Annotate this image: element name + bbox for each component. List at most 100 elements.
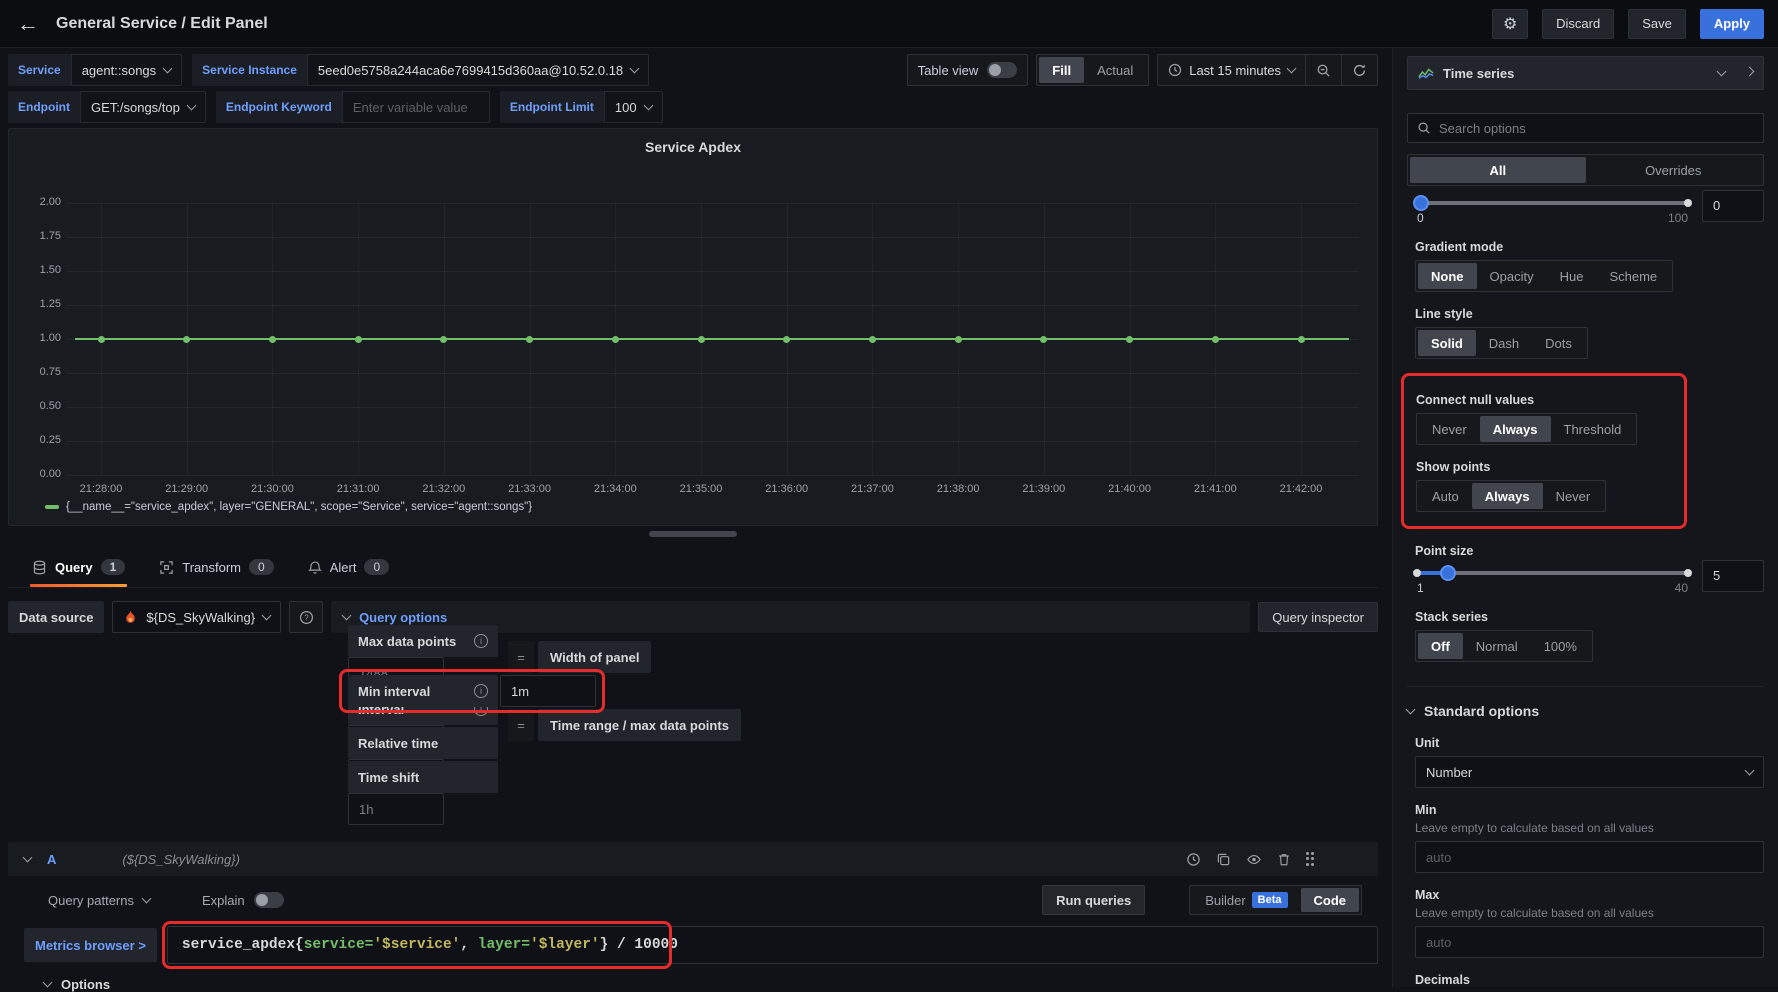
gradient-mode-option-hue[interactable]: Hue xyxy=(1547,263,1597,289)
y-gridline xyxy=(67,271,1359,272)
tab-query[interactable]: Query1 xyxy=(30,547,127,587)
equals-icon: = xyxy=(508,709,534,741)
connect-null-values-option-always[interactable]: Always xyxy=(1480,416,1551,442)
query-ref-row[interactable]: A (${DS_SkyWalking}) xyxy=(8,842,1378,876)
y-gridline xyxy=(67,203,1359,204)
variable-select[interactable]: 5eed0e5758a244aca6e7699415d360aa@10.52.0… xyxy=(307,54,649,86)
save-button[interactable]: Save xyxy=(1628,9,1686,39)
min-help-text: Leave empty to calculate based on all va… xyxy=(1415,821,1764,835)
point-size-slider[interactable]: 1 40 xyxy=(1415,556,1690,595)
x-axis-tick-label: 21:37:00 xyxy=(851,483,894,495)
duplicate-query-button[interactable] xyxy=(1216,852,1231,867)
fill-opacity-slider[interactable]: 0 100 xyxy=(1415,186,1690,225)
variable-value: agent::songs xyxy=(82,63,156,78)
tab-alert-icon xyxy=(308,560,322,575)
panel-resize-handle[interactable] xyxy=(649,531,737,537)
time-range-button[interactable]: Last 15 minutes xyxy=(1157,54,1306,86)
run-queries-button[interactable]: Run queries xyxy=(1042,885,1145,915)
main-pane: Serviceagent::songsService Instance5eed0… xyxy=(0,48,1392,987)
stack-series-option-normal[interactable]: Normal xyxy=(1463,633,1531,659)
standard-options-header[interactable]: Standard options xyxy=(1407,689,1764,721)
apply-button[interactable]: Apply xyxy=(1700,9,1764,39)
view-mode-option-actual[interactable]: Actual xyxy=(1084,57,1146,83)
legend-series-label[interactable]: {__name__="service_apdex", layer="GENERA… xyxy=(66,501,532,513)
query-options-footer[interactable]: Options xyxy=(8,977,1378,992)
slider-end-dot xyxy=(1684,199,1692,207)
connect-null-values-option-never[interactable]: Never xyxy=(1419,416,1480,442)
view-mode-option-fill[interactable]: Fill xyxy=(1039,57,1084,83)
refresh-button[interactable] xyxy=(1342,54,1378,86)
options-search-input[interactable] xyxy=(1439,121,1754,136)
field-input[interactable]: 1m xyxy=(500,675,596,707)
line-style-option-dots[interactable]: Dots xyxy=(1532,330,1585,356)
variable-select[interactable]: GET:/songs/top xyxy=(80,91,206,123)
delete-query-button[interactable] xyxy=(1277,852,1291,867)
query-patterns-dropdown[interactable]: Query patterns xyxy=(48,893,150,908)
tab-transform[interactable]: Transform0 xyxy=(157,547,275,587)
code-option[interactable]: Code xyxy=(1301,888,1360,912)
variable-input[interactable] xyxy=(342,91,490,123)
slider-handle[interactable] xyxy=(1440,565,1456,581)
chevron-down-icon xyxy=(23,852,33,862)
tab-label: Query xyxy=(55,560,93,575)
stack-series-option-100[interactable]: 100% xyxy=(1531,633,1590,659)
gradient-mode-option-none[interactable]: None xyxy=(1418,263,1477,289)
discard-button[interactable]: Discard xyxy=(1542,9,1614,39)
fill-opacity-value[interactable]: 0 xyxy=(1702,190,1764,222)
promql-expression-input[interactable]: service_apdex{service='$service', layer=… xyxy=(167,926,1378,964)
chart-title: Service Apdex xyxy=(9,139,1377,155)
line-style-option-dash[interactable]: Dash xyxy=(1476,330,1532,356)
query-ref-id: A xyxy=(47,852,56,867)
show-points-option-always[interactable]: Always xyxy=(1472,483,1543,509)
connect-null-values-option-threshold[interactable]: Threshold xyxy=(1551,416,1635,442)
max-input[interactable] xyxy=(1415,926,1764,958)
expr-token: service= xyxy=(304,937,374,953)
chevron-down-icon xyxy=(1745,765,1755,775)
field-input[interactable]: 1h xyxy=(348,793,444,825)
min-input[interactable] xyxy=(1415,841,1764,873)
eye-icon xyxy=(1246,852,1262,867)
panel-settings-button[interactable]: ⚙ xyxy=(1492,9,1528,39)
back-arrow-icon[interactable]: ← xyxy=(14,11,42,37)
table-view-toggle[interactable] xyxy=(987,62,1017,78)
variable-value: GET:/songs/top xyxy=(91,100,180,115)
connect-null-values-label: Connect null values xyxy=(1416,393,1672,407)
tab-count-badge: 0 xyxy=(364,559,389,575)
explain-toggle[interactable] xyxy=(254,892,284,908)
datasource-help-button[interactable]: ? xyxy=(289,601,323,633)
builder-option[interactable]: Builder Beta xyxy=(1192,888,1300,912)
refresh-icon xyxy=(1352,63,1367,78)
explain-group: Explain xyxy=(202,892,284,908)
gradient-mode-option-opacity[interactable]: Opacity xyxy=(1477,263,1547,289)
datasource-picker[interactable]: ${DS_SkyWalking} xyxy=(112,601,281,633)
tab-alert[interactable]: Alert0 xyxy=(306,547,391,587)
unit-select[interactable]: Number xyxy=(1415,756,1764,788)
query-inspector-button[interactable]: Query inspector xyxy=(1258,602,1378,632)
stack-series-option-off[interactable]: Off xyxy=(1418,633,1463,659)
connect-null-values-control: Connect null values NeverAlwaysThreshold xyxy=(1416,393,1672,445)
query-history-button[interactable] xyxy=(1186,852,1201,867)
tab-count-badge: 0 xyxy=(249,559,274,575)
chevron-down-icon xyxy=(342,610,352,620)
variable-select[interactable]: agent::songs xyxy=(71,54,182,86)
toggle-visibility-button[interactable] xyxy=(1246,852,1262,867)
point-size-value[interactable]: 5 xyxy=(1702,560,1764,592)
time-series-plot[interactable]: 2.001.751.501.251.000.750.500.250.0021:2… xyxy=(67,189,1359,489)
data-point xyxy=(1126,336,1133,343)
visualization-picker[interactable]: Time series xyxy=(1407,56,1764,90)
options-scope-option-all[interactable]: All xyxy=(1410,157,1586,183)
slider-handle[interactable] xyxy=(1413,195,1429,211)
drag-handle-icon[interactable] xyxy=(1306,852,1314,867)
options-scope-option-overrides[interactable]: Overrides xyxy=(1586,157,1762,183)
metrics-browser-button[interactable]: Metrics browser > xyxy=(24,928,157,962)
variable-select[interactable]: 100 xyxy=(604,91,663,123)
show-points-option-auto[interactable]: Auto xyxy=(1419,483,1472,509)
options-search[interactable] xyxy=(1407,113,1764,143)
zoom-out-button[interactable] xyxy=(1306,54,1342,86)
line-style-option-solid[interactable]: Solid xyxy=(1418,330,1476,356)
gradient-mode-option-scheme[interactable]: Scheme xyxy=(1596,263,1670,289)
query-option-row-min-interval: Min intervali1m xyxy=(348,675,1378,707)
show-points-option-never[interactable]: Never xyxy=(1543,483,1604,509)
search-icon xyxy=(1417,121,1431,135)
field-label: Time shift xyxy=(348,761,498,793)
